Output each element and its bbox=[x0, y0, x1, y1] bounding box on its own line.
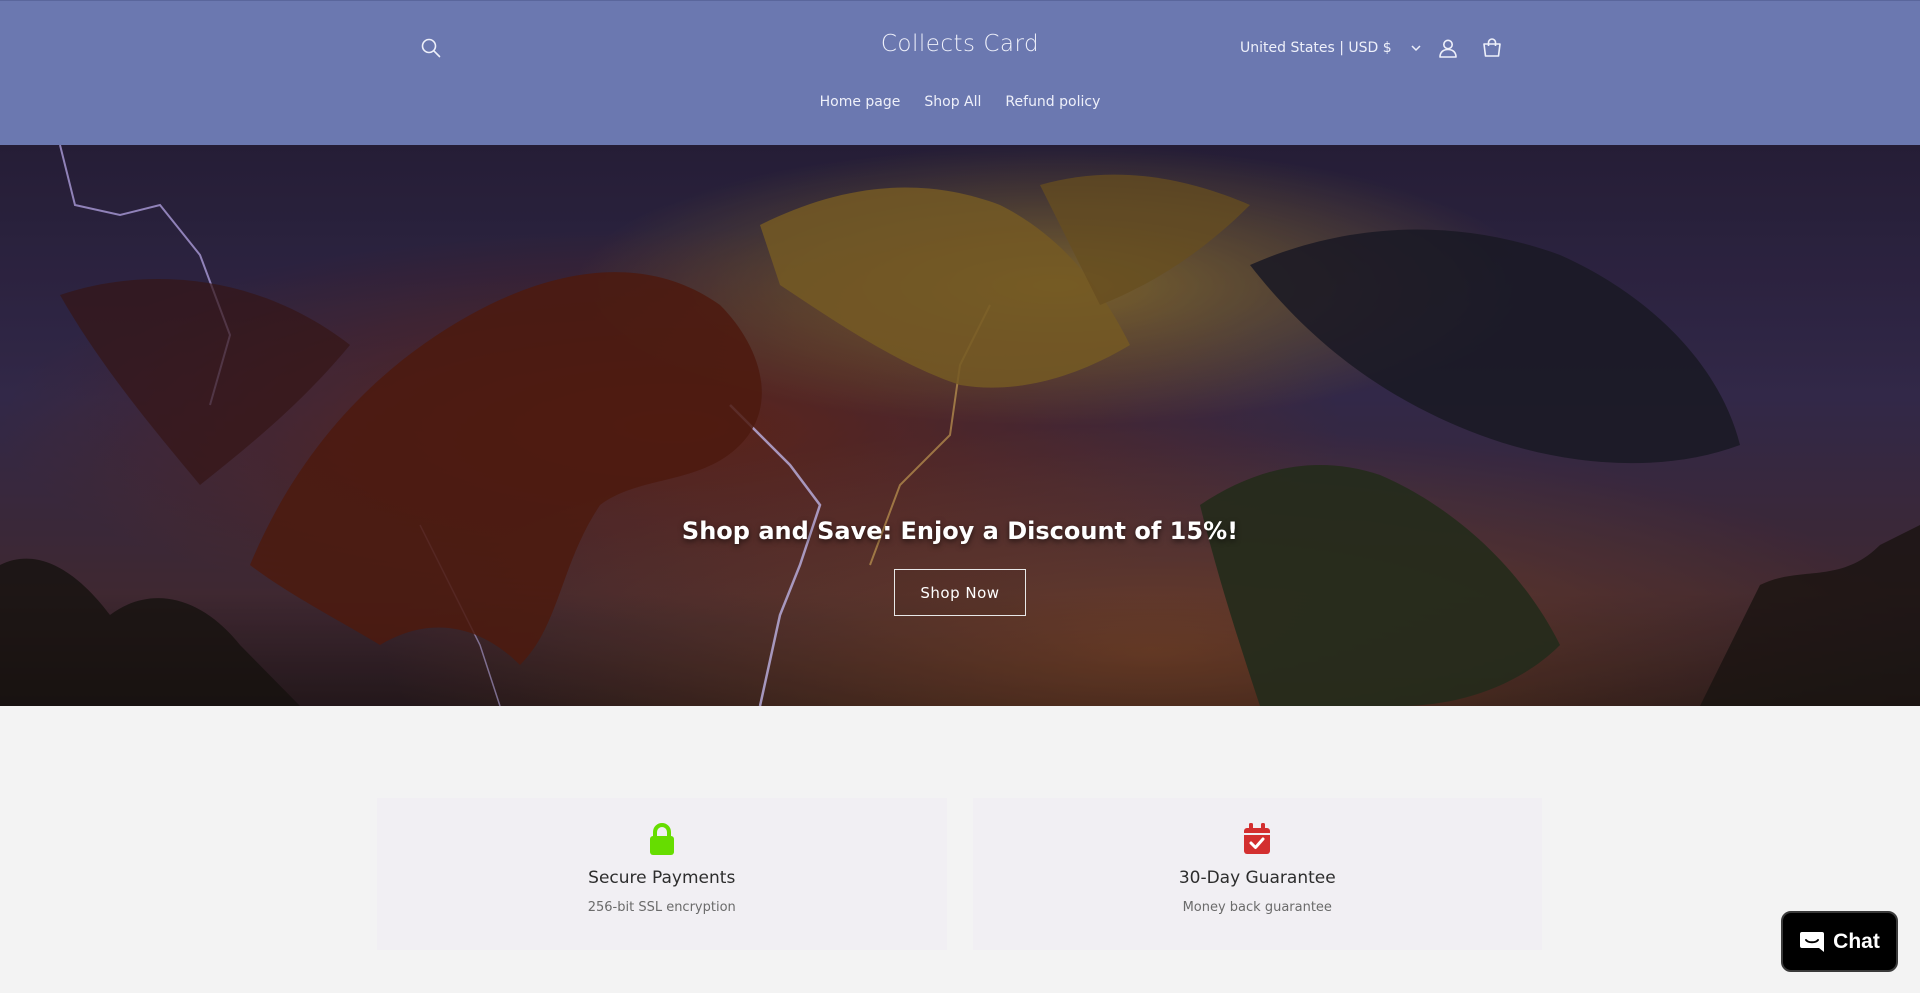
calendar-check-icon bbox=[1244, 823, 1271, 854]
shop-now-button[interactable]: Shop Now bbox=[894, 569, 1026, 616]
cart-button[interactable] bbox=[1477, 33, 1507, 63]
feature-subtitle: Money back guarantee bbox=[1182, 900, 1332, 915]
chevron-down-icon bbox=[1411, 45, 1421, 52]
feature-card-guarantee: 30-Day Guarantee Money back guarantee bbox=[972, 798, 1542, 950]
cart-icon bbox=[1483, 38, 1501, 57]
nav-link-shop-all[interactable]: Shop All bbox=[924, 94, 981, 110]
account-button[interactable] bbox=[1433, 33, 1463, 63]
chat-button[interactable]: Chat bbox=[1781, 911, 1898, 972]
chat-label: Chat bbox=[1833, 929, 1880, 953]
features-section: Secure Payments 256-bit SSL encryption 3… bbox=[377, 798, 1542, 950]
store-logo: Collects Card bbox=[0, 31, 1920, 57]
feature-card-secure-payments: Secure Payments 256-bit SSL encryption bbox=[377, 798, 947, 950]
account-icon bbox=[1439, 39, 1457, 58]
lock-icon bbox=[649, 823, 674, 855]
country-currency-selector[interactable]: United States | USD $ bbox=[1240, 35, 1422, 61]
feature-title: Secure Payments bbox=[588, 868, 736, 888]
site-header: Collects Card United States | USD $ Home… bbox=[0, 0, 1920, 145]
currency-label: United States | USD $ bbox=[1240, 40, 1392, 56]
store-name-link[interactable]: Collects Card bbox=[881, 31, 1039, 57]
feature-subtitle: 256-bit SSL encryption bbox=[587, 900, 736, 915]
hero-title: Shop and Save: Enjoy a Discount of 15%! bbox=[681, 517, 1239, 545]
main-nav: Home page Shop All Refund policy bbox=[0, 94, 1920, 110]
nav-link-home[interactable]: Home page bbox=[820, 94, 901, 110]
nav-link-refund-policy[interactable]: Refund policy bbox=[1005, 94, 1100, 110]
feature-title: 30-Day Guarantee bbox=[1178, 868, 1336, 888]
hero-background-image bbox=[0, 145, 1920, 706]
hero-banner: Shop and Save: Enjoy a Discount of 15%! … bbox=[0, 145, 1920, 706]
chat-bubble-icon bbox=[1800, 931, 1825, 952]
